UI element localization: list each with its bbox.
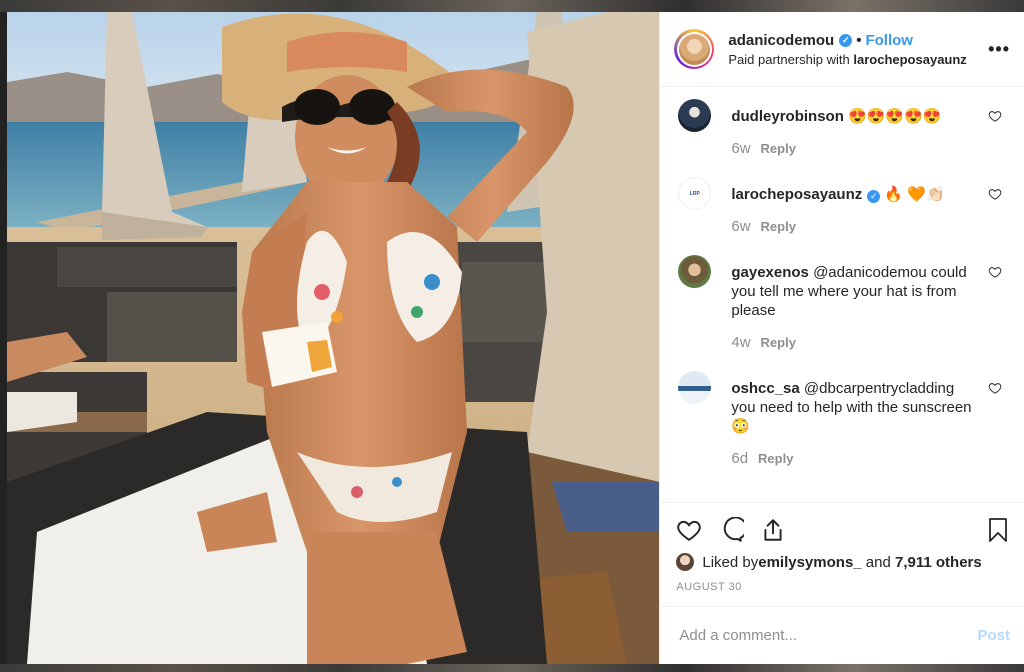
comment-username[interactable]: gayexenos: [731, 264, 809, 281]
like-comment-heart-icon[interactable]: [988, 381, 1002, 395]
comment-age: 6w: [731, 218, 751, 235]
reply-button[interactable]: Reply: [761, 335, 796, 350]
comments-list: dudleyrobinson 😍😍😍😍😍 6w Reply LRP laroche…: [660, 87, 1024, 502]
comment-username[interactable]: dudleyrobinson: [731, 108, 844, 125]
commenter-avatar[interactable]: [678, 99, 712, 132]
verified-badge-icon: ✓: [867, 190, 881, 203]
post-photo[interactable]: [7, 12, 660, 664]
background-strip-top: [0, 0, 1024, 12]
comment-age: 6d: [731, 450, 749, 467]
like-comment-heart-icon[interactable]: [988, 109, 1002, 123]
post-actions: Liked by emilysymons_ and 7,911 others A…: [660, 502, 1024, 606]
like-heart-icon[interactable]: [676, 517, 702, 543]
partnership-prefix: Paid partnership with: [728, 51, 854, 67]
comment-item: gayexenos @adanicodemou could you tell m…: [660, 255, 1024, 379]
likes-middle: and: [861, 553, 895, 571]
post-sidebar: adanicodemou ✓ • Follow Paid partnership…: [659, 12, 1024, 664]
comment-bubble-icon[interactable]: [718, 517, 745, 543]
reply-button[interactable]: Reply: [761, 219, 796, 234]
follow-button[interactable]: Follow: [865, 32, 913, 49]
reply-button[interactable]: Reply: [761, 141, 796, 156]
share-icon[interactable]: [760, 517, 786, 543]
separator-dot: •: [856, 31, 862, 49]
comment-item: LRP larocheposayaunz ✓ 🔥 🧡👏🏻 6w Reply: [660, 177, 1024, 263]
like-comment-heart-icon[interactable]: [988, 265, 1002, 279]
like-comment-heart-icon[interactable]: [988, 187, 1002, 201]
more-dots-icon[interactable]: •••: [988, 39, 1010, 60]
partner-username[interactable]: larocheposayaunz: [853, 52, 966, 67]
bookmark-icon[interactable]: [986, 517, 1010, 543]
beach-photo: [7, 12, 660, 664]
liker-avatar[interactable]: [676, 553, 695, 571]
post-date[interactable]: AUGUST 30: [676, 581, 1010, 593]
paid-partnership-line: Paid partnership with larocheposayaunz: [728, 52, 988, 67]
author-username[interactable]: adanicodemou: [728, 32, 834, 49]
add-comment-bar: Post: [660, 606, 1024, 664]
add-comment-input[interactable]: [677, 626, 978, 645]
comment-text: 🔥 🧡👏🏻: [880, 186, 945, 203]
post-modal: adanicodemou ✓ • Follow Paid partnership…: [7, 12, 1024, 664]
comment-age: 4w: [731, 334, 751, 351]
comment-text: 😍😍😍😍😍: [843, 108, 942, 125]
likes-prefix: Liked by: [702, 553, 759, 571]
commenter-avatar[interactable]: LRP: [678, 177, 712, 210]
comment-item: oshcc_sa @dbcarpentrycladding you need t…: [660, 371, 1024, 489]
likes-count[interactable]: 7,911 others: [895, 554, 982, 571]
liker-username[interactable]: emilysymons_: [758, 554, 861, 571]
post-comment-button[interactable]: Post: [977, 627, 1010, 644]
verified-badge-icon: ✓: [839, 33, 853, 47]
commenter-avatar[interactable]: [678, 371, 712, 404]
commenter-avatar[interactable]: [678, 255, 712, 288]
post-header: adanicodemou ✓ • Follow Paid partnership…: [660, 12, 1024, 87]
comment-username[interactable]: larocheposayaunz: [731, 186, 862, 203]
author-avatar[interactable]: [674, 29, 715, 69]
comment-age: 6w: [731, 140, 751, 157]
comment-username[interactable]: oshcc_sa: [731, 380, 799, 397]
background-strip-bottom: [0, 664, 1024, 672]
comment-item: dudleyrobinson 😍😍😍😍😍 6w Reply: [660, 99, 1024, 185]
likes-summary: Liked by emilysymons_ and 7,911 others: [676, 553, 1010, 571]
reply-button[interactable]: Reply: [758, 451, 793, 466]
